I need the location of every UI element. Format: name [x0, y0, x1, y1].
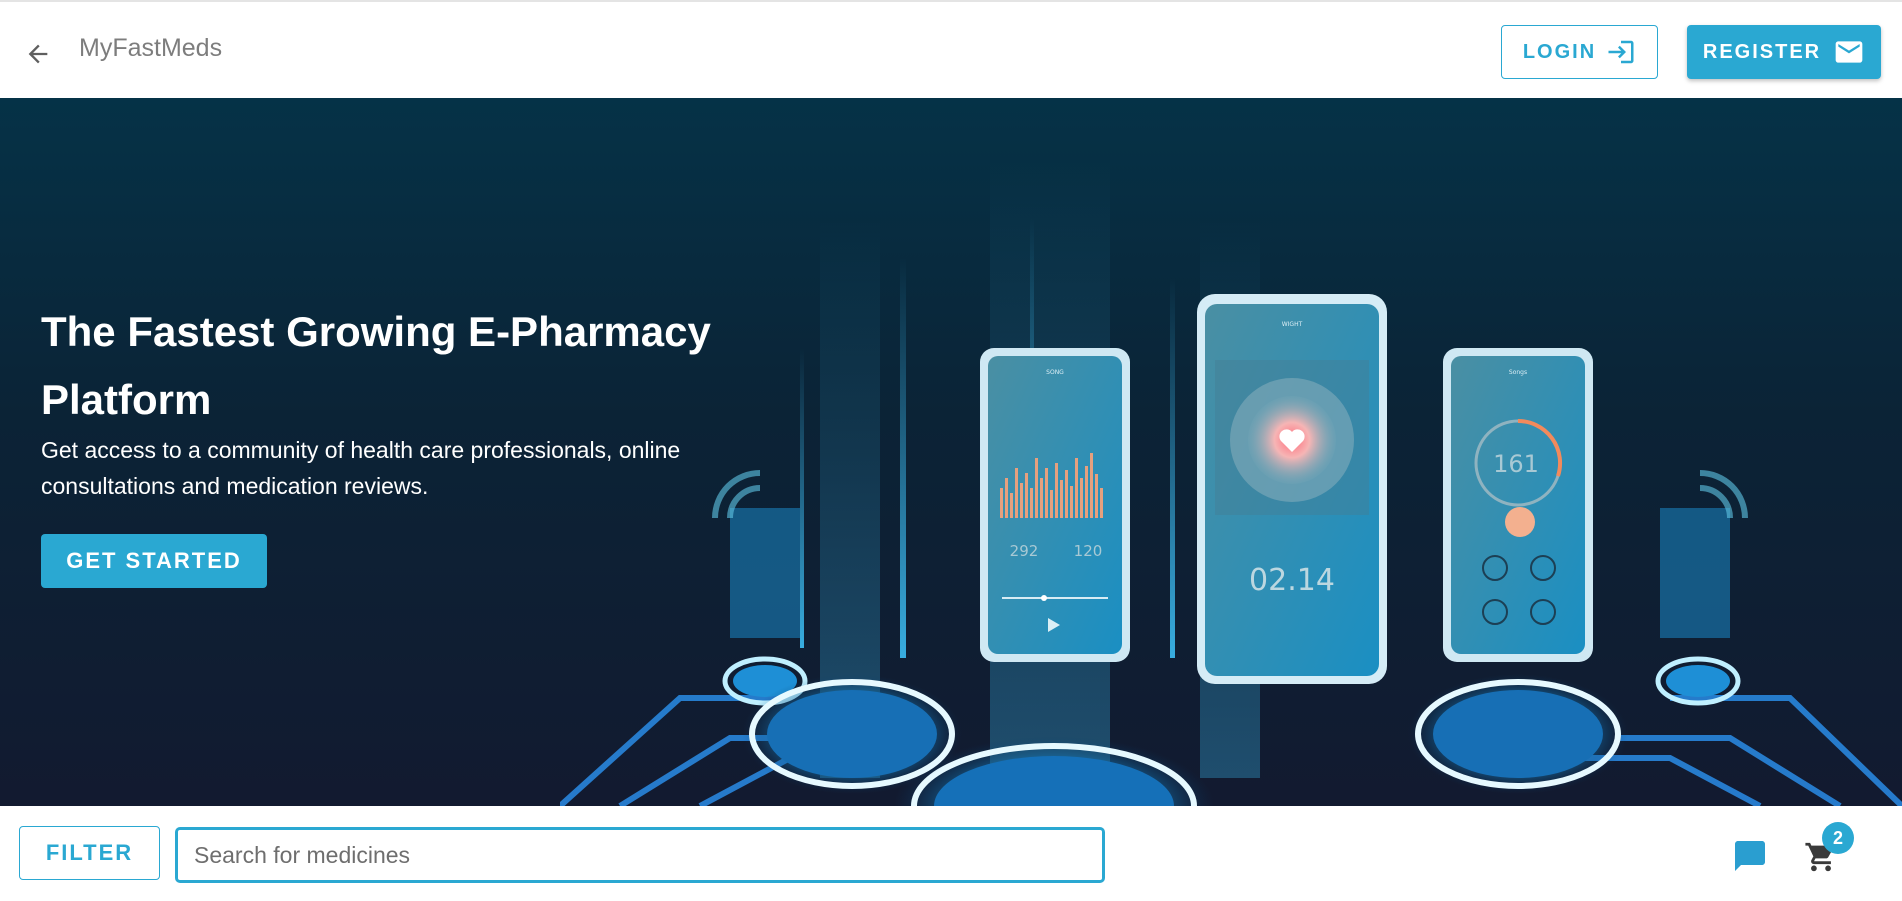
mail-icon [1835, 41, 1863, 63]
top-app-bar: MyFastMeds LOGIN REGISTER [0, 0, 1902, 98]
register-button[interactable]: REGISTER [1687, 25, 1881, 79]
filter-button[interactable]: FILTER [19, 826, 160, 880]
chat-icon [1735, 841, 1765, 871]
arrow-left-icon [28, 44, 48, 64]
bottom-search-bar: FILTER 2 [0, 806, 1902, 901]
phone-left-stat-1: 292 [1010, 542, 1039, 560]
login-icon [1608, 40, 1634, 64]
hero-banner: SONG 292 120 WIGHT 02.14 Songs 161 The F… [0, 98, 1902, 806]
hero-title: The Fastest Growing E-Pharmacy Platform [41, 308, 711, 423]
search-input[interactable] [175, 827, 1105, 883]
hero-subtitle: Get access to a community of health care… [41, 437, 681, 499]
phone-center-time: 02.14 [1249, 563, 1335, 598]
cart-count-badge: 2 [1822, 822, 1854, 854]
phone-left-stat-2: 120 [1074, 542, 1103, 560]
chat-button[interactable] [1730, 836, 1770, 876]
app-title: MyFastMeds [79, 34, 223, 62]
login-button[interactable]: LOGIN [1501, 25, 1658, 79]
register-button-label: REGISTER [1702, 40, 1822, 63]
phone-right-reading: 161 [1493, 450, 1539, 478]
login-button-label: LOGIN [1522, 40, 1597, 63]
hero-illustration: SONG 292 120 WIGHT 02.14 Songs 161 [560, 158, 1902, 806]
phone-left-title: SONG [1046, 369, 1064, 376]
phone-right-title: Songs [1509, 369, 1527, 376]
phone-center-title: WIGHT [1282, 321, 1303, 328]
get-started-button[interactable]: GET STARTED [41, 534, 267, 588]
back-button[interactable] [18, 36, 58, 72]
cart-button[interactable]: 2 [1802, 822, 1854, 876]
